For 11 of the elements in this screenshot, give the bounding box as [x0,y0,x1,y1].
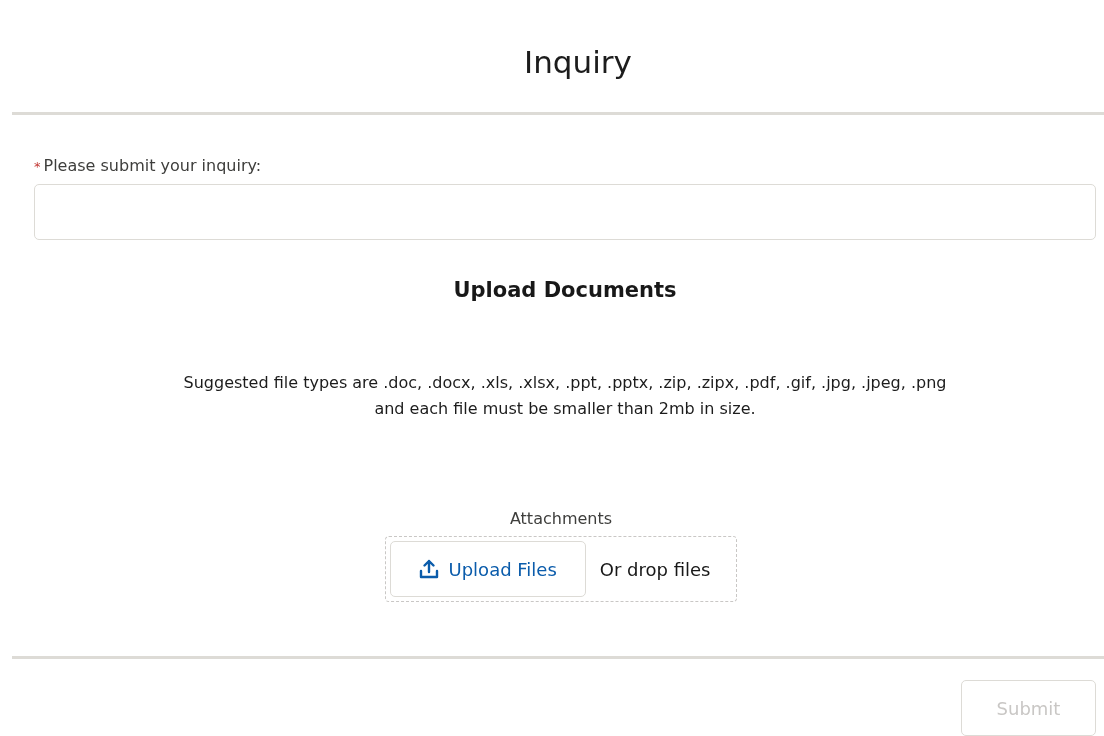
upload-files-button[interactable]: Upload Files [389,541,586,597]
section-heading: Upload Documents [452,277,678,304]
required-mark: * [34,158,41,176]
field-label: Please submit your inquiry: [43,155,262,177]
inquiry-field[interactable] [34,184,1096,240]
page-title: Inquiry [524,43,632,82]
drop-hint: Or drop files [599,558,711,580]
upload-icon [418,559,439,579]
file-types-note: Suggested file types are .doc, .docx, .xls, .xlsx, .ppt, .pptx, .zip, .zipx, .pdf, .gif, .jpg, .jpeg, .png and each file must be smaller than 2mb in size. [182,372,948,420]
attachments-label: Attachments [509,508,613,530]
drop-zone[interactable]: Upload Files Or drop files [384,536,738,602]
